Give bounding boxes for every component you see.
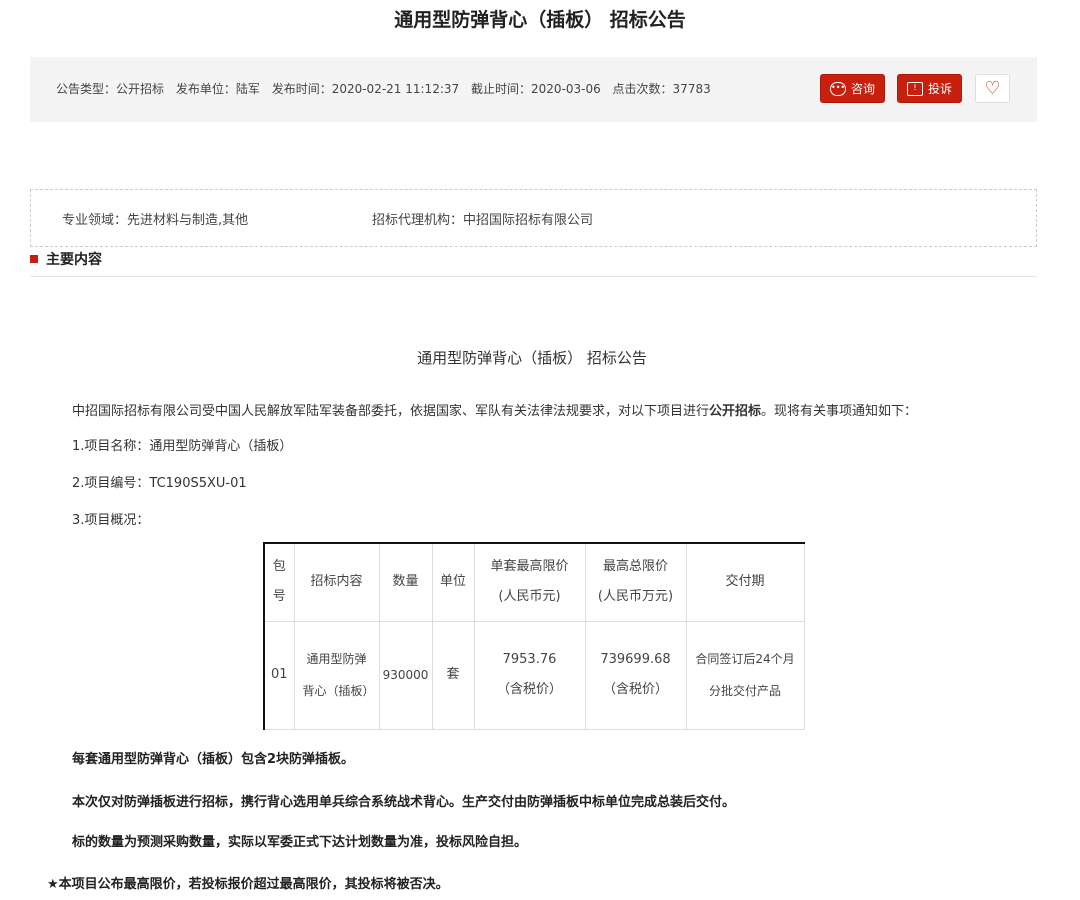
cell-unit-price: 7953.76 （含税价） xyxy=(474,621,585,729)
h: (人民币万元) xyxy=(598,589,673,604)
page-title: 通用型防弹背心（插板） 招标公告 xyxy=(0,5,1080,32)
h: 最高总限价 xyxy=(603,559,668,574)
table-row: 01 通用型防弹背心（插板） 930000 套 7953.76 （含税价） 739… xyxy=(264,621,804,729)
header-unit: 单位 xyxy=(432,543,474,621)
content-subtitle: 通用型防弹背心（插板） 招标公告 xyxy=(0,347,1064,368)
cell-quantity: 930000 xyxy=(379,621,432,729)
info-box: 专业领域：先进材料与制造,其他 招标代理机构：中招国际招标有限公司 xyxy=(30,189,1037,247)
project-name: 1.项目名称：通用型防弹背心（插板） xyxy=(72,435,292,454)
cell-total-price: 739699.68 （含税价） xyxy=(585,621,686,729)
header-quantity: 数量 xyxy=(379,543,432,621)
v: （含税价） xyxy=(497,682,562,697)
note-1: 每套通用型防弹背心（插板）包含2块防弹插板。 xyxy=(72,748,354,767)
v: 7953.76 xyxy=(503,652,557,667)
project-number: 2.项目编号：TC190S5XU-01 xyxy=(72,472,247,491)
header-unit-price: 单套最高限价 (人民币元) xyxy=(474,543,585,621)
click-count: 点击次数：37783 xyxy=(613,82,711,96)
intro-tail: 。现将有关事项通知如下： xyxy=(761,404,917,419)
intro-bold: 公开招标 xyxy=(709,404,761,419)
heart-icon: ♡ xyxy=(984,78,1000,99)
publisher: 发布单位：陆军 xyxy=(176,82,260,96)
intro-text: 中招国际招标有限公司受中国人民解放军陆军装备部委托，依据国家、军队有关法律法规要… xyxy=(72,404,709,419)
meta-text: 公告类型：公开招标 发布单位：陆军 发布时间：2020-02-21 11:12:… xyxy=(56,80,719,97)
header-package: 包号 xyxy=(264,543,294,621)
cell-delivery: 合同签订后24个月分批交付产品 xyxy=(686,621,804,729)
professional-field: 专业领域：先进材料与制造,其他 xyxy=(62,209,248,228)
h: 号 xyxy=(273,589,286,604)
announcement-type: 公告类型：公开招标 xyxy=(56,82,164,96)
project-table: 包号 招标内容 数量 单位 单套最高限价(人民币元) 最高总限价(人民币万元) … xyxy=(263,542,805,730)
intro-paragraph: 中招国际招标有限公司受中国人民解放军陆军装备部委托，依据国家、军队有关法律法规要… xyxy=(72,400,917,419)
deadline: 截止时间：2020-03-06 xyxy=(471,82,601,96)
note-2: 本次仅对防弹插板进行招标，携行背心选用单兵综合系统战术背心。生产交付由防弹插板中… xyxy=(72,791,735,810)
h: 包 xyxy=(273,559,286,574)
favorite-button[interactable]: ♡ xyxy=(975,74,1010,103)
header-total-price: 最高总限价 (人民币万元) xyxy=(585,543,686,621)
note-4: ★本项目公布最高限价，若投标报价超过最高限价，其投标将被否决。 xyxy=(47,873,449,892)
consult-button[interactable]: ••• 咨询 xyxy=(820,74,885,103)
v: 739699.68 xyxy=(600,652,670,667)
bidding-agency: 招标代理机构：中招国际招标有限公司 xyxy=(372,209,593,228)
publish-time: 发布时间：2020-02-21 11:12:37 xyxy=(272,82,459,96)
red-square-icon xyxy=(30,255,38,263)
cell-content: 通用型防弹背心（插板） xyxy=(294,621,379,729)
complain-label: 投诉 xyxy=(928,80,952,97)
project-overview: 3.项目概况： xyxy=(72,509,149,528)
report-icon: ! xyxy=(907,82,923,96)
section-heading: 主要内容 xyxy=(30,249,102,269)
h: 单套最高限价 xyxy=(490,559,568,574)
consult-label: 咨询 xyxy=(851,80,875,97)
header-content: 招标内容 xyxy=(294,543,379,621)
complain-button[interactable]: ! 投诉 xyxy=(897,74,962,103)
h: (人民币元) xyxy=(498,589,560,604)
chat-icon: ••• xyxy=(830,82,846,96)
cell-package: 01 xyxy=(264,621,294,729)
cell-unit: 套 xyxy=(432,621,474,729)
section-title: 主要内容 xyxy=(46,249,102,269)
note-3: 标的数量为预测采购数量，实际以军委正式下达计划数量为准，投标风险自担。 xyxy=(72,831,527,850)
divider xyxy=(30,276,1037,277)
header-delivery: 交付期 xyxy=(686,543,804,621)
v: （含税价） xyxy=(603,682,668,697)
table-header-row: 包号 招标内容 数量 单位 单套最高限价(人民币元) 最高总限价(人民币万元) … xyxy=(264,543,804,621)
announcement-meta-bar: 公告类型：公开招标 发布单位：陆军 发布时间：2020-02-21 11:12:… xyxy=(30,57,1037,122)
